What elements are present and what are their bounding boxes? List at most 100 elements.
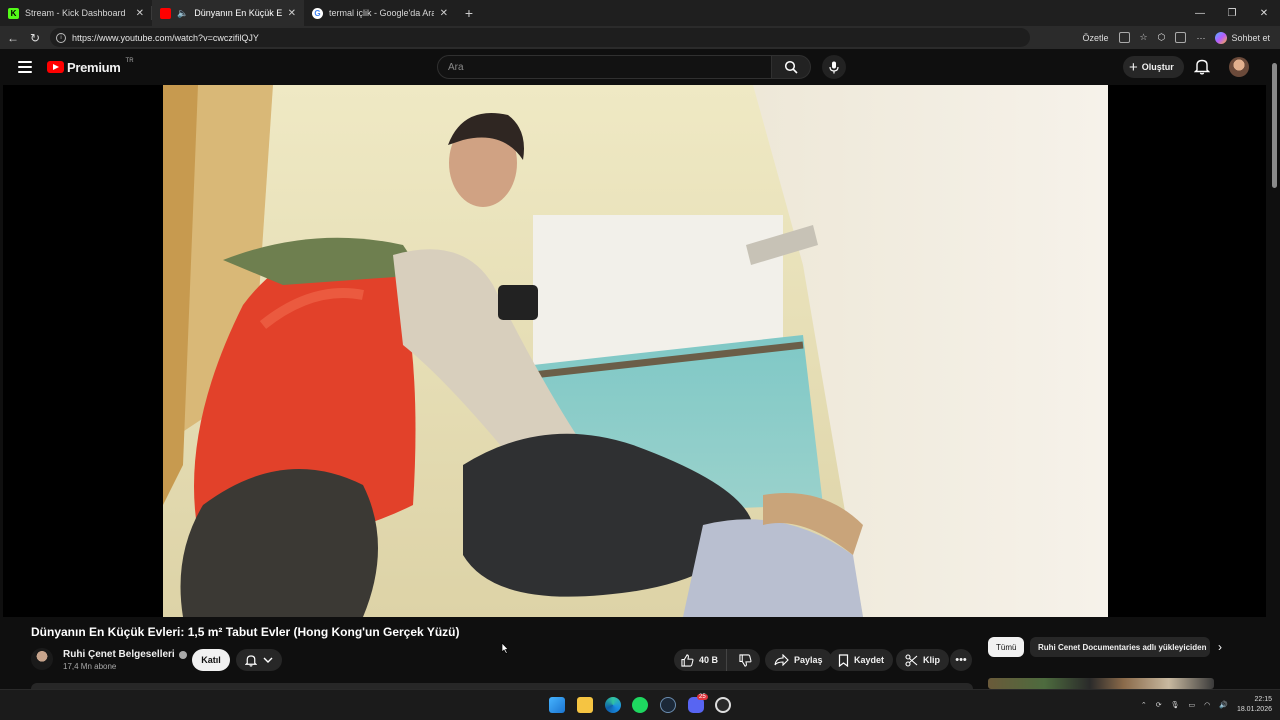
browser-essentials-icon[interactable]: ⬡ <box>1158 32 1166 43</box>
verified-icon <box>178 650 187 659</box>
logo-text: Premium <box>67 59 121 75</box>
speaker-icon[interactable]: 🔈 <box>177 8 188 19</box>
browser-tab-bar: K Stream - Kick Dashboard ✕ 🔈 Dünyanın E… <box>0 0 1280 26</box>
windows-start-icon[interactable] <box>549 697 565 713</box>
recommended-video-thumbnail[interactable] <box>988 678 1214 689</box>
sync-icon[interactable]: ⟳ <box>1156 701 1162 709</box>
video-scene-image <box>163 85 1108 617</box>
copilot-icon <box>1215 31 1228 44</box>
tab-title: Dünyanın En Küçük Evleri: 1,5 <box>194 8 282 18</box>
browser-toolbar: Özetle ☆ ⬡ ··· Sohbet et <box>1083 31 1280 44</box>
search-button[interactable] <box>771 55 811 79</box>
favorite-star-icon[interactable]: ☆ <box>1140 32 1148 43</box>
tab-title: Stream - Kick Dashboard <box>25 8 126 18</box>
chevron-down-icon <box>263 657 273 663</box>
minimize-icon[interactable]: — <box>1184 0 1216 26</box>
chip-all[interactable]: Tümü <box>988 637 1025 657</box>
youtube-logo[interactable]: Premium TR <box>47 58 134 75</box>
search-input[interactable]: Ara <box>437 55 772 79</box>
tab-kick-dashboard[interactable]: K Stream - Kick Dashboard ✕ <box>0 0 152 26</box>
video-frame[interactable] <box>163 85 1108 617</box>
kick-icon: K <box>8 7 19 19</box>
edge-browser-icon[interactable] <box>605 697 621 713</box>
tab-google-search[interactable]: G termal içlik - Google'da Ara ✕ <box>304 0 456 26</box>
region-code: TR <box>125 58 134 64</box>
chip-from-uploader[interactable]: Ruhi Cenet Documentaries adlı yükleyicid… <box>1030 637 1210 657</box>
like-dislike-group: 40 B <box>674 649 760 671</box>
menu-dots-icon[interactable]: ··· <box>1196 33 1205 43</box>
create-button[interactable]: + Oluştur <box>1123 56 1184 78</box>
collections-icon[interactable] <box>1175 32 1187 43</box>
clock[interactable]: 22:15 18.01.2026 <box>1237 695 1272 715</box>
clock-time: 22:15 <box>1254 696 1272 703</box>
like-count: 40 B <box>699 655 719 665</box>
display-icon[interactable]: ▭ <box>1189 701 1196 709</box>
scrollbar-thumb[interactable] <box>1272 63 1277 188</box>
url-text: https://www.youtube.com/watch?v=cwczifil… <box>72 32 259 43</box>
close-window-icon[interactable]: ✕ <box>1248 0 1280 26</box>
copilot-button[interactable]: Sohbet et <box>1215 31 1270 44</box>
tray-chevron-up-icon[interactable]: ⌃ <box>1141 701 1147 709</box>
channel-name[interactable]: Ruhi Çenet Belgeselleri <box>63 649 175 660</box>
thumbs-up-icon <box>681 653 694 667</box>
spotify-icon[interactable] <box>632 697 648 713</box>
subscription-notifications-button[interactable] <box>236 649 282 671</box>
join-button[interactable]: Katıl <box>192 649 230 671</box>
file-explorer-icon[interactable] <box>577 697 593 713</box>
site-info-icon[interactable]: i <box>56 32 66 43</box>
window-controls: — ❐ ✕ <box>1184 0 1280 26</box>
chevron-right-icon[interactable]: › <box>1218 640 1222 654</box>
new-tab-button[interactable]: + <box>456 0 482 26</box>
video-title: Dünyanın En Küçük Evleri: 1,5 m² Tabut E… <box>31 625 460 639</box>
close-tab-icon[interactable]: ✕ <box>288 8 296 19</box>
save-label: Kaydet <box>854 655 885 665</box>
like-button[interactable]: 40 B <box>674 649 727 671</box>
more-actions-icon[interactable]: ••• <box>950 649 972 671</box>
close-tab-icon[interactable]: ✕ <box>440 8 448 19</box>
user-avatar[interactable] <box>1229 57 1249 77</box>
wifi-icon[interactable]: ◠ <box>1204 701 1210 709</box>
volume-icon[interactable]: 🔊 <box>1219 701 1228 709</box>
address-bar-row: ← ↻ i https://www.youtube.com/watch?v=cw… <box>0 26 1280 49</box>
tab-youtube-video[interactable]: 🔈 Dünyanın En Küçük Evleri: 1,5 ✕ <box>152 0 304 26</box>
url-field[interactable]: i https://www.youtube.com/watch?v=cwczif… <box>50 28 1030 47</box>
voice-search-button[interactable] <box>822 55 846 79</box>
share-icon <box>774 654 789 666</box>
subscriber-count: 17,4 Mn abone <box>63 662 117 671</box>
bookmark-icon <box>838 653 849 667</box>
share-label: Paylaş <box>794 655 823 665</box>
system-tray: ⌃ ⟳ 🎙 ▭ ◠ 🔊 22:15 18.01.2026 <box>1141 695 1272 715</box>
discord-badge: 25 <box>697 694 708 700</box>
create-label: Oluştur <box>1141 62 1174 72</box>
notifications-bell-icon[interactable] <box>1194 58 1210 75</box>
scissors-icon <box>905 653 918 667</box>
menu-icon[interactable] <box>18 61 32 73</box>
steam-icon[interactable] <box>660 697 676 713</box>
channel-avatar[interactable] <box>31 648 53 670</box>
share-button[interactable]: Paylaş <box>765 649 832 671</box>
copilot-label: Sohbet et <box>1231 32 1270 43</box>
obs-icon[interactable] <box>715 697 731 713</box>
back-icon[interactable]: ← <box>2 26 24 49</box>
dislike-button[interactable] <box>732 653 760 667</box>
reload-icon[interactable]: ↻ <box>24 26 46 49</box>
clock-date: 18.01.2026 <box>1236 706 1272 713</box>
thumbs-down-icon <box>739 653 752 667</box>
tab-title: termal içlik - Google'da Ara <box>329 8 434 18</box>
save-button[interactable]: Kaydet <box>829 649 894 671</box>
extensions-icon[interactable] <box>1118 32 1130 43</box>
clip-button[interactable]: Klip <box>896 649 949 671</box>
clip-label: Klip <box>923 655 940 665</box>
close-tab-icon[interactable]: ✕ <box>136 8 144 19</box>
channel-name-row[interactable]: Ruhi Çenet Belgeselleri <box>63 649 187 660</box>
youtube-header: Premium TR Ara + Oluştur <box>0 49 1280 85</box>
search-icon <box>784 60 798 74</box>
page-scrollbar[interactable] <box>1269 49 1280 689</box>
youtube-play-icon <box>47 61 64 73</box>
google-icon: G <box>312 7 323 19</box>
maximize-icon[interactable]: ❐ <box>1216 0 1248 26</box>
summarize-button[interactable]: Özetle <box>1083 33 1109 43</box>
microphone-tray-icon[interactable]: 🎙 <box>1171 701 1180 709</box>
youtube-icon <box>160 7 171 19</box>
bell-icon <box>245 654 257 667</box>
